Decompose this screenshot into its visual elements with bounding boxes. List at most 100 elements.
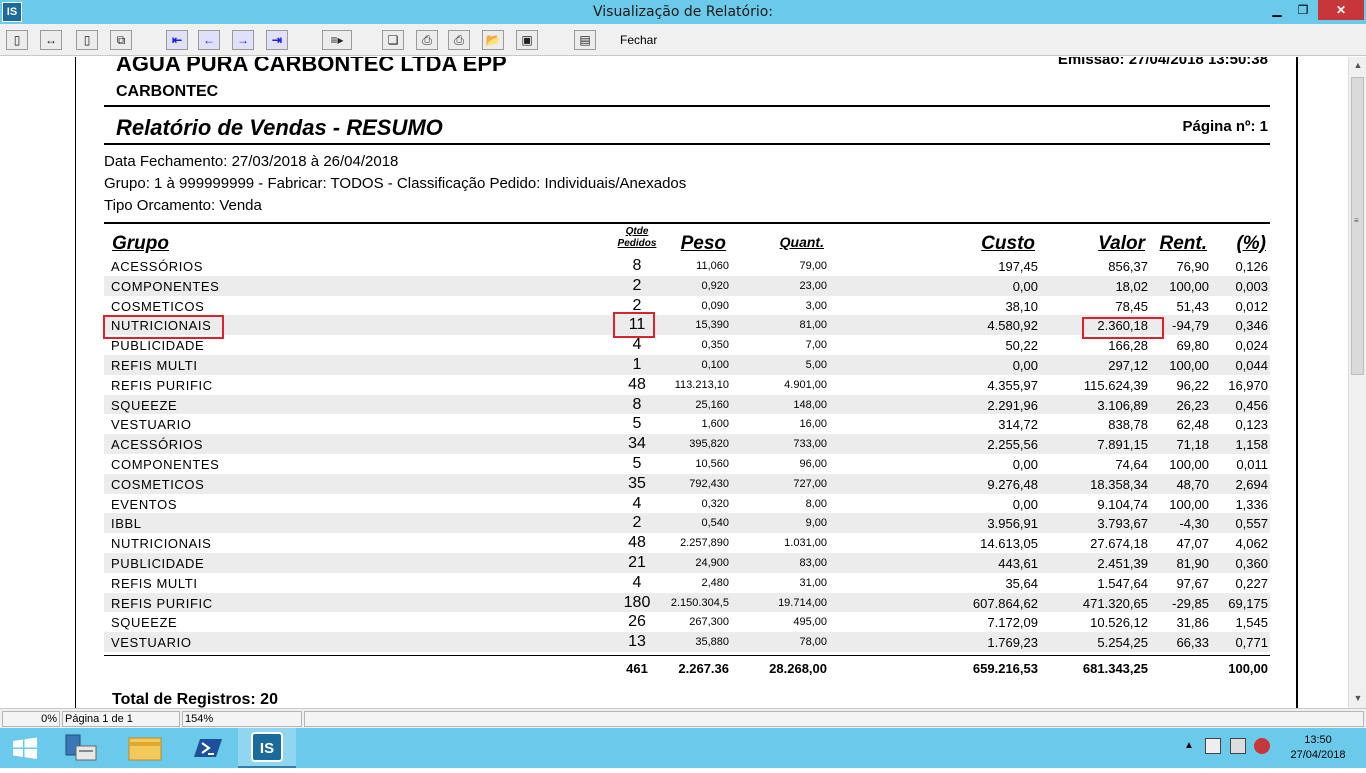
highlight-box xyxy=(613,312,655,338)
cell-grupo: SQUEEZE xyxy=(111,615,178,631)
table-row: VESTUARIO 13 35,880 78,00 1.769,23 5.254,25 66… xyxy=(104,632,1270,652)
cell-rent: -94,79 xyxy=(1172,318,1209,334)
cell-custo: 0,00 xyxy=(1012,278,1038,294)
whole-page-icon: ▯ xyxy=(83,33,91,47)
whole-page-button[interactable]: ▯ xyxy=(76,30,98,50)
cell-quant: 148,00 xyxy=(793,398,827,411)
multi-page-button[interactable]: ⧉ xyxy=(110,30,132,50)
header-qtde-line2: Pedidos xyxy=(617,238,657,249)
totals-row: 461 2.267.36 28.268,00 659.216,53 681.34… xyxy=(104,659,1270,679)
cell-rent: 100,00 xyxy=(1169,357,1209,373)
cell-peso: 24,900 xyxy=(695,556,729,569)
cell-grupo: COSMETICOS xyxy=(111,476,205,492)
toolbar: ▯ ↔ ▯ ⧉ ⇤ ← → ⇥ ≡▸ ❏ ⎙ ⎙ 📂 ▣ ▤ Fechar xyxy=(0,24,1366,56)
cell-valor: 78,45 xyxy=(1115,298,1148,314)
total-valor: 681.343,25 xyxy=(1082,661,1148,676)
cell-quant: 81,00 xyxy=(799,319,827,332)
header-grupo: Grupo xyxy=(112,233,169,254)
cell-rent: -4,30 xyxy=(1179,516,1209,532)
cell-quant: 23,00 xyxy=(799,279,827,292)
cell-pct: 0,126 xyxy=(1235,259,1268,274)
tray-expand-icon[interactable]: ▲ xyxy=(1184,740,1194,751)
cell-rent: 76,90 xyxy=(1176,259,1209,274)
cell-pct: 0,044 xyxy=(1235,357,1268,373)
cell-custo: 2.291,96 xyxy=(987,397,1038,413)
file-explorer-button[interactable] xyxy=(116,728,174,768)
export-button[interactable]: ▤ xyxy=(574,30,596,50)
cell-pct: 2,694 xyxy=(1235,476,1268,492)
cell-pct: 0,123 xyxy=(1235,417,1268,433)
cell-grupo: IBBL xyxy=(111,516,142,532)
goto-page-button[interactable]: ≡▸ xyxy=(322,30,352,50)
last-page-button[interactable]: ⇥ xyxy=(266,30,288,50)
status-progress: 0% xyxy=(2,711,60,727)
maximize-button[interactable]: ❐ xyxy=(1290,0,1316,20)
cell-custo: 50,22 xyxy=(1005,338,1038,354)
volume-muted-icon[interactable] xyxy=(1254,738,1270,754)
filter-group: Grupo: 1 à 999999999 - Fabricar: TODOS -… xyxy=(104,175,687,192)
title-bar: IS Visualização de Relatório: ▁ ❐ ✕ xyxy=(0,0,1366,24)
close-button[interactable]: ✕ xyxy=(1318,0,1364,20)
cell-valor: 74,64 xyxy=(1115,456,1148,472)
cell-peso: 15,390 xyxy=(695,319,729,332)
cell-quant: 3,00 xyxy=(805,299,827,312)
cell-valor: 3.793,67 xyxy=(1097,516,1148,532)
single-page-button[interactable]: ▯ xyxy=(6,30,28,50)
powershell-button[interactable] xyxy=(178,728,236,768)
cell-peso: 0,090 xyxy=(701,299,729,312)
cell-valor: 838,78 xyxy=(1108,417,1148,433)
table-row: COSMETICOS 35 792,430 727,00 9.276,48 18.358,… xyxy=(104,473,1270,494)
cell-pct: 0,012 xyxy=(1235,298,1268,314)
scroll-thumb[interactable]: ≡ xyxy=(1351,77,1364,375)
scroll-down-arrow-icon[interactable]: ▼ xyxy=(1349,690,1366,707)
highlight-box xyxy=(1082,317,1164,339)
total-qtde: 461 xyxy=(626,661,648,676)
prev-page-button[interactable]: ← xyxy=(198,30,220,50)
cell-quant: 7,00 xyxy=(805,339,827,352)
scroll-up-arrow-icon[interactable]: ▲ xyxy=(1349,57,1366,74)
next-page-button[interactable]: → xyxy=(232,30,254,50)
cell-pct: 0,011 xyxy=(1236,456,1268,472)
fechar-button[interactable]: Fechar xyxy=(620,33,657,47)
cell-valor: 166,28 xyxy=(1108,338,1148,354)
cell-quant: 96,00 xyxy=(799,457,827,470)
print-setup-button[interactable]: ⎙ xyxy=(416,30,438,50)
server-manager-button[interactable] xyxy=(50,728,108,768)
vertical-scrollbar[interactable]: ▲ ≡ ▼ xyxy=(1348,57,1366,708)
page-width-button[interactable]: ↔ xyxy=(40,30,62,50)
cell-peso: 2.150.304,5 xyxy=(670,596,729,609)
cell-grupo: VESTUARIO xyxy=(111,417,192,433)
cell-pct: 1,545 xyxy=(1235,615,1268,631)
cell-grupo: ACESSÓRIOS xyxy=(111,259,203,274)
cell-grupo: REFIS MULTI xyxy=(111,357,198,373)
last-page-icon: ⇥ xyxy=(271,33,283,47)
is-app-button[interactable]: IS xyxy=(238,728,296,768)
first-page-button[interactable]: ⇤ xyxy=(166,30,188,50)
cell-custo: 2.255,56 xyxy=(987,437,1038,453)
cell-peso: 792,430 xyxy=(689,477,729,490)
print-button[interactable]: ⎙ xyxy=(448,30,470,50)
copy-button[interactable]: ❏ xyxy=(382,30,404,50)
cell-pct: 0,557 xyxy=(1235,516,1268,532)
report-table: ACESSÓRIOS 8 11,060 79,00 197,45 856,37 76,90 0… xyxy=(104,256,1270,652)
table-row: SQUEEZE 8 25,160 148,00 2.291,96 3.106,89 26,2… xyxy=(104,394,1270,415)
cell-quant: 9,00 xyxy=(805,517,827,530)
cell-qtde: 8 xyxy=(632,395,642,413)
print-icon: ⎙ xyxy=(454,33,464,47)
company-name: AGUA PURA CARBONTEC LTDA EPP xyxy=(116,57,507,76)
cell-rent: 47,07 xyxy=(1176,536,1209,552)
save-button[interactable]: ▣ xyxy=(516,30,538,50)
start-button[interactable] xyxy=(0,728,50,768)
minimize-button[interactable]: ▁ xyxy=(1264,0,1290,20)
cell-custo: 4.580,92 xyxy=(987,318,1038,334)
cell-rent: 100,00 xyxy=(1169,278,1209,294)
svg-text:IS: IS xyxy=(260,740,274,757)
tray-clock[interactable]: 13:50 27/04/2018 xyxy=(1278,733,1358,763)
network-icon[interactable] xyxy=(1230,738,1246,754)
table-row: REFIS MULTI 1 0,100 5,00 0,00 297,12 100,00 0,0… xyxy=(104,354,1270,375)
report-viewport[interactable]: AGUA PURA CARBONTEC LTDA EPP CARBONTEC E… xyxy=(0,57,1348,708)
action-center-icon[interactable] xyxy=(1205,738,1221,754)
open-button[interactable]: 📂 xyxy=(482,30,504,50)
cell-rent: 48,70 xyxy=(1176,476,1209,492)
cell-rent: 96,22 xyxy=(1176,377,1209,393)
